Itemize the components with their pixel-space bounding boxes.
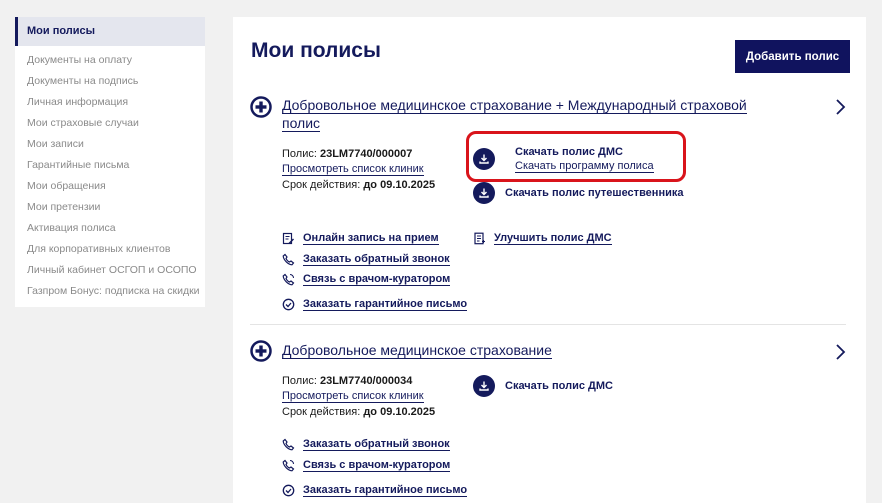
sidebar-item-my-policies[interactable]: Мои полисы xyxy=(15,17,205,46)
policy-number-label: Полис: xyxy=(282,148,320,160)
curator-label: Связь с врачом-куратором xyxy=(303,273,451,286)
expand-plus-icon[interactable] xyxy=(250,96,272,118)
validity-label: Срок действия: xyxy=(282,179,364,191)
edit-note-icon xyxy=(282,232,295,245)
sidebar-item-gazprom-bonus[interactable]: Газпром Бонус: подписка на скидки xyxy=(15,281,205,302)
curator-action[interactable]: Связь с врачом-куратором xyxy=(282,459,451,472)
callback-label: Заказать обратный звонок xyxy=(303,438,450,451)
guarantee-action[interactable]: Заказать гарантийное письмо xyxy=(282,484,468,497)
policy-validity: Срок действия: до 09.10.2025 xyxy=(282,179,435,191)
callback-action[interactable]: Заказать обратный звонок xyxy=(282,438,450,451)
improve-policy-label: Улучшить полис ДМС xyxy=(494,232,612,245)
sidebar-item-payment-docs[interactable]: Документы на оплату xyxy=(15,50,205,71)
phone-icon xyxy=(282,438,295,451)
phone-call-icon xyxy=(282,273,295,286)
sidebar-list: Документы на оплату Документы на подпись… xyxy=(15,50,205,302)
chevron-right-icon[interactable] xyxy=(834,344,846,360)
curator-label: Связь с врачом-куратором xyxy=(303,459,451,472)
phone-icon xyxy=(282,253,295,266)
policy-validity: Срок действия: до 09.10.2025 xyxy=(282,406,435,418)
policy-number-label: Полис: xyxy=(282,375,320,387)
policy-title-line1: Добровольное медицинское страхование + М… xyxy=(282,97,747,114)
divider xyxy=(250,324,846,325)
clinics-list-link[interactable]: Просмотреть список клиник xyxy=(282,163,424,176)
sidebar-item-policy-activation[interactable]: Активация полиса xyxy=(15,218,205,239)
clinics-list-link[interactable]: Просмотреть список клиник xyxy=(282,390,424,403)
guarantee-label: Заказать гарантийное письмо xyxy=(303,484,468,497)
sidebar-item-sign-docs[interactable]: Документы на подпись xyxy=(15,71,205,92)
guarantee-action[interactable]: Заказать гарантийное письмо xyxy=(282,298,468,311)
online-booking-action[interactable]: Онлайн запись на прием xyxy=(282,232,439,245)
download-travel-link[interactable]: Скачать полис путешественника xyxy=(505,187,683,199)
validity-value: до 09.10.2025 xyxy=(363,179,436,191)
check-circle-icon xyxy=(282,484,295,497)
main-panel: Мои полисы Добавить полис Добровольное м… xyxy=(233,17,866,503)
validity-label: Срок действия: xyxy=(282,406,364,418)
callback-action[interactable]: Заказать обратный звонок xyxy=(282,253,450,266)
expand-plus-icon[interactable] xyxy=(250,340,272,362)
policy-title-line2: полис xyxy=(282,115,321,132)
sidebar-item-corporate[interactable]: Для корпоративных клиентов xyxy=(15,239,205,260)
validity-value: до 09.10.2025 xyxy=(363,406,436,418)
policy-title-text: Добровольное медицинское страхование xyxy=(282,342,552,359)
download-icon[interactable] xyxy=(473,182,495,204)
policy-number: Полис: 23LM7740/000034 xyxy=(282,375,412,387)
document-icon xyxy=(473,232,486,245)
policy-title[interactable]: Добровольное медицинское страхование xyxy=(282,341,762,359)
policy-number-value: 23LM7740/000034 xyxy=(319,375,413,387)
phone-call-icon xyxy=(282,459,295,472)
online-booking-label: Онлайн запись на прием xyxy=(303,232,439,245)
policy-number-value: 23LM7740/000007 xyxy=(319,148,413,160)
sidebar-item-claims[interactable]: Мои претензии xyxy=(15,197,205,218)
policy-title[interactable]: Добровольное медицинское страхование + М… xyxy=(282,96,762,132)
guarantee-label: Заказать гарантийное письмо xyxy=(303,298,468,311)
sidebar-item-appointments[interactable]: Мои записи xyxy=(15,134,205,155)
download-dms-link[interactable]: Скачать полис ДМС xyxy=(505,380,613,392)
check-circle-icon xyxy=(282,298,295,311)
page-title: Мои полисы xyxy=(251,39,381,62)
highlight-frame xyxy=(466,131,686,182)
improve-policy-action[interactable]: Улучшить полис ДМС xyxy=(473,232,612,245)
chevron-right-icon[interactable] xyxy=(834,99,846,115)
sidebar-item-requests[interactable]: Мои обращения xyxy=(15,176,205,197)
sidebar: Мои полисы Документы на оплату Документы… xyxy=(15,17,205,307)
policy-number: Полис: 23LM7740/000007 xyxy=(282,148,412,160)
sidebar-item-guarantee-letters[interactable]: Гарантийные письма xyxy=(15,155,205,176)
add-policy-button[interactable]: Добавить полис xyxy=(735,40,850,73)
sidebar-item-osgop[interactable]: Личный кабинет ОСГОП и ОСОПО xyxy=(15,260,205,281)
sidebar-item-personal-info[interactable]: Личная информация xyxy=(15,92,205,113)
sidebar-item-insurance-cases[interactable]: Мои страховые случаи xyxy=(15,113,205,134)
callback-label: Заказать обратный звонок xyxy=(303,253,450,266)
curator-action[interactable]: Связь с врачом-куратором xyxy=(282,273,451,286)
download-icon[interactable] xyxy=(473,375,495,397)
